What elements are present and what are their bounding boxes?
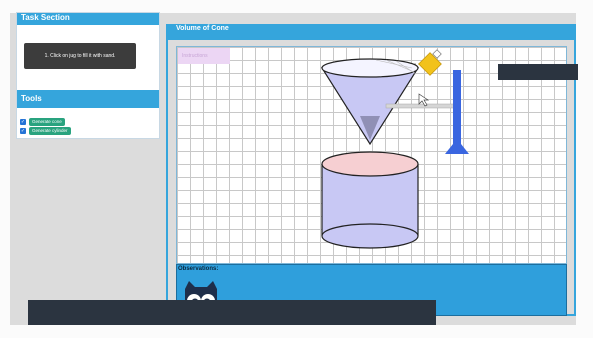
cone[interactable] <box>320 58 420 146</box>
left-panel: Task Section 1. Click on jug to fill it … <box>16 12 160 308</box>
tool-label: Generate cone <box>29 118 65 126</box>
overlay-bar-bottom <box>28 300 436 325</box>
simulation-header: Volume of Cone <box>166 24 576 38</box>
checkbox-checked-icon[interactable]: ✓ <box>20 128 26 134</box>
overlay-bar-right <box>498 64 578 80</box>
checkbox-checked-icon[interactable]: ✓ <box>20 119 26 125</box>
tool-label: Generate cylinder <box>29 127 71 135</box>
left-card: Task Section 1. Click on jug to fill it … <box>16 12 160 139</box>
task-section-header: Task Section <box>17 13 159 25</box>
cylinder[interactable] <box>321 151 419 249</box>
jug-icon[interactable] <box>418 49 442 76</box>
stand-arm <box>385 103 457 109</box>
observations-label: Observations: <box>178 266 219 272</box>
task-instruction-button[interactable]: 1. Click on jug to fill it with sand. <box>24 43 136 69</box>
tools-header: Tools <box>17 90 159 108</box>
stand <box>445 70 469 154</box>
tool-generate-cone[interactable]: ✓ Generate cone <box>20 118 65 126</box>
tool-generate-cylinder[interactable]: ✓ Generate cylinder <box>20 127 71 135</box>
